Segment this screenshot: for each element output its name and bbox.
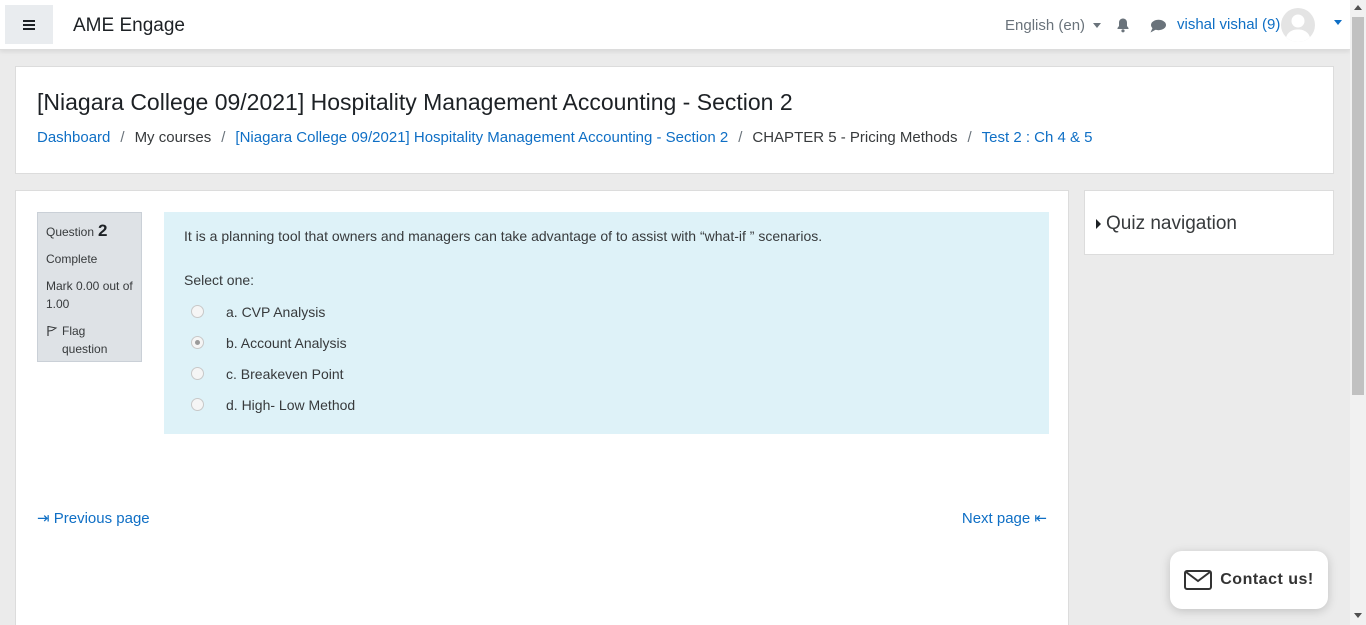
- page-title: [Niagara College 09/2021] Hospitality Ma…: [37, 89, 793, 115]
- site-brand[interactable]: AME Engage: [73, 15, 185, 37]
- breadcrumb-quiz[interactable]: Test 2 : Ch 4 & 5: [982, 129, 1093, 146]
- contact-us-button[interactable]: Contact us!: [1170, 551, 1328, 609]
- question-number-value: 2: [98, 221, 108, 240]
- radio-button[interactable]: [191, 305, 204, 318]
- language-label: English (en): [1005, 17, 1086, 34]
- top-navbar: AME Engage English (en) vishal vishal (9…: [0, 0, 1350, 50]
- arrow-left-icon: ⇥: [37, 510, 50, 527]
- scroll-up-arrow-icon[interactable]: [1354, 5, 1362, 10]
- breadcrumb-separator: /: [221, 129, 226, 146]
- answer-option-a[interactable]: a. CVP Analysis: [184, 296, 1029, 327]
- answer-option-c[interactable]: c. Breakeven Point: [184, 358, 1029, 389]
- breadcrumb-separator: /: [967, 129, 972, 146]
- next-page-label: Next page: [961, 510, 1031, 527]
- answer-option-d[interactable]: d. High- Low Method: [184, 389, 1029, 420]
- previous-page-label: Previous page: [53, 510, 150, 527]
- answer-options: a. CVP Analysis b. Account Analysis c. B…: [184, 296, 1029, 420]
- answer-label: d. High- Low Method: [226, 396, 356, 413]
- answer-label: b. Account Analysis: [226, 334, 347, 351]
- message-icon[interactable]: [1149, 18, 1167, 34]
- question-text: It is a planning tool that owners and ma…: [184, 228, 823, 244]
- answer-prompt: Select one:: [184, 272, 255, 288]
- breadcrumb-separator: /: [120, 129, 125, 146]
- quiz-navigation-block: Quiz navigation: [1084, 190, 1334, 255]
- previous-page-link[interactable]: ⇥ Previous page: [37, 509, 150, 527]
- breadcrumb: Dashboard / My courses / [Niagara Colleg…: [37, 129, 1093, 146]
- question-number: Question 2: [46, 221, 133, 241]
- radio-button-selected[interactable]: [191, 336, 204, 349]
- user-menu-name[interactable]: vishal vishal (9): [1177, 16, 1280, 33]
- scroll-down-arrow-icon[interactable]: [1354, 613, 1362, 618]
- sidebar-toggle-button[interactable]: [5, 5, 53, 44]
- envelope-icon: [1184, 570, 1213, 590]
- question-info-panel: Question 2 Complete Mark 0.00 out of 1.0…: [37, 212, 142, 362]
- question-content: It is a planning tool that owners and ma…: [164, 212, 1049, 434]
- answer-label: a. CVP Analysis: [226, 303, 326, 320]
- radio-button[interactable]: [191, 367, 204, 380]
- flag-icon: [47, 326, 58, 336]
- page-scrollbar[interactable]: [1350, 0, 1366, 625]
- radio-button[interactable]: [191, 398, 204, 411]
- user-avatar-icon: [1285, 14, 1311, 42]
- quiz-navigation-title: Quiz navigation: [1106, 213, 1237, 234]
- question-mark: Mark 0.00 out of 1.00: [46, 279, 133, 311]
- main-region: Question 2 Complete Mark 0.00 out of 1.0…: [15, 190, 1069, 625]
- breadcrumb-separator: /: [738, 129, 743, 146]
- flag-question-label: Flag question: [62, 324, 108, 356]
- page-header: [Niagara College 09/2021] Hospitality Ma…: [15, 66, 1334, 174]
- quiz-navigation-toggle[interactable]: Quiz navigation: [1096, 213, 1237, 235]
- avatar[interactable]: [1281, 8, 1315, 42]
- caret-right-icon: [1096, 219, 1101, 229]
- arrow-right-icon: ⇤: [1034, 510, 1047, 527]
- hamburger-icon: [23, 19, 35, 30]
- notification-bell-icon[interactable]: [1115, 17, 1131, 33]
- next-page-link[interactable]: Next page ⇤: [962, 509, 1047, 527]
- answer-label: c. Breakeven Point: [226, 365, 344, 382]
- question-label: Question: [46, 225, 95, 239]
- chevron-down-icon: [1093, 23, 1102, 28]
- language-menu[interactable]: English (en): [1005, 17, 1102, 34]
- scrollbar-thumb[interactable]: [1352, 17, 1364, 395]
- contact-us-label: Contact us!: [1220, 571, 1314, 588]
- user-menu-chevron-icon[interactable]: [1334, 20, 1342, 25]
- breadcrumb-chapter[interactable]: CHAPTER 5 - Pricing Methods: [752, 129, 957, 146]
- answer-option-b[interactable]: b. Account Analysis: [184, 327, 1029, 358]
- breadcrumb-course[interactable]: [Niagara College 09/2021] Hospitality Ma…: [235, 129, 728, 146]
- question-state: Complete: [46, 252, 98, 266]
- breadcrumb-dashboard[interactable]: Dashboard: [37, 129, 110, 146]
- breadcrumb-my-courses: My courses: [134, 129, 212, 146]
- flag-question-button[interactable]: Flag question: [46, 322, 133, 358]
